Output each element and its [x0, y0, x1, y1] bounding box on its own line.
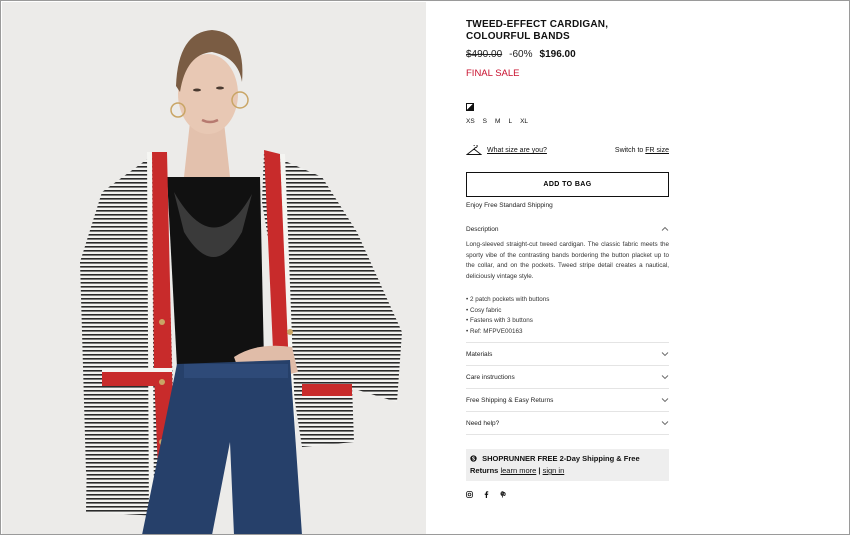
original-price: $490.00 [466, 49, 503, 60]
size-option-s[interactable]: S [483, 118, 487, 125]
accordion-description: Description Long-sleeved straight-cut tw… [466, 218, 669, 343]
accordion-description-header[interactable]: Description [466, 218, 669, 240]
accordion-care-label: Care instructions [466, 373, 515, 381]
discount-badge: -60% [509, 49, 533, 60]
accordion-shipping[interactable]: Free Shipping & Easy Returns [466, 389, 669, 412]
social-share [466, 491, 669, 498]
color-swatch[interactable] [466, 103, 474, 111]
hanger-icon [466, 145, 482, 155]
chevron-up-icon [661, 226, 669, 231]
size-option-xl[interactable]: XL [520, 118, 528, 125]
shoprunner-logo-icon [470, 455, 477, 462]
instagram-icon[interactable] [466, 491, 473, 498]
chevron-down-icon [661, 375, 669, 380]
chevron-down-icon [661, 352, 669, 357]
pinterest-icon[interactable] [500, 491, 507, 498]
size-guide-link[interactable]: What size are you? [487, 147, 547, 154]
bullet-item: • Fastens with 3 buttons [466, 317, 533, 324]
accordion-care[interactable]: Care instructions [466, 366, 669, 389]
size-guide: What size are you? [466, 145, 547, 156]
bullet-item: • Cosy fabric [466, 306, 502, 314]
accordion-help[interactable]: Need help? [466, 412, 669, 435]
accordion-materials[interactable]: Materials [466, 343, 669, 366]
chevron-down-icon [661, 398, 669, 403]
accordion-materials-label: Materials [466, 350, 493, 358]
sale-price: $196.00 [539, 49, 576, 60]
size-option-m[interactable]: M [495, 118, 500, 125]
bullet-item: • 2 patch pockets with buttons [466, 296, 550, 303]
size-option-xs[interactable]: XS [466, 118, 475, 125]
add-to-bag-button[interactable]: ADD TO BAG [466, 172, 669, 197]
size-system-switch: Switch to FR size [615, 147, 669, 154]
chevron-down-icon [661, 421, 669, 426]
price-row: $490.00 -60% $196.00 [466, 49, 669, 60]
accordion-care-header[interactable]: Care instructions [466, 366, 669, 388]
product-image[interactable] [2, 2, 426, 534]
final-sale-label: FINAL SALE [466, 68, 520, 79]
switch-prefix: Switch to [614, 147, 644, 154]
fr-size-link[interactable]: FR size [645, 147, 669, 154]
bullet-item: • Ref: MFPVE00163 [466, 327, 523, 335]
accordion-list: Description Long-sleeved straight-cut tw… [466, 218, 669, 435]
learn-more-link[interactable]: learn more [500, 466, 536, 475]
accordion-materials-header[interactable]: Materials [466, 343, 669, 365]
shoprunner-brand: SHOPRUNNER [482, 454, 536, 463]
description-bullets: • 2 patch pockets with buttons • Cosy fa… [466, 295, 669, 342]
accordion-shipping-label: Free Shipping & Easy Returns [466, 396, 554, 404]
sign-in-link[interactable]: sign in [543, 466, 565, 475]
accordion-help-label: Need help? [466, 419, 500, 427]
shoprunner-banner: SHOPRUNNER FREE 2-Day Shipping & Free Re… [466, 449, 669, 481]
size-selector: XS S M L XL [466, 118, 669, 125]
shipping-note: Enjoy Free Standard Shipping [466, 202, 553, 209]
description-text: Long-sleeved straight-cut tweed cardigan… [466, 241, 669, 280]
product-details: TWEED-EFFECT CARDIGAN, COLOURFUL BANDS $… [466, 19, 669, 498]
product-title: TWEED-EFFECT CARDIGAN, COLOURFUL BANDS [466, 19, 609, 42]
model-photo [80, 30, 402, 534]
accordion-help-header[interactable]: Need help? [466, 412, 669, 434]
accordion-shipping-header[interactable]: Free Shipping & Easy Returns [466, 389, 669, 411]
size-guide-row: What size are you? Switch to FR size [466, 145, 669, 156]
size-option-l[interactable]: L [508, 118, 512, 125]
facebook-icon[interactable] [483, 491, 490, 498]
accordion-description-label: Description [466, 225, 499, 233]
link-separator: | [538, 466, 541, 475]
page: TWEED-EFFECT CARDIGAN, COLOURFUL BANDS $… [0, 0, 850, 535]
